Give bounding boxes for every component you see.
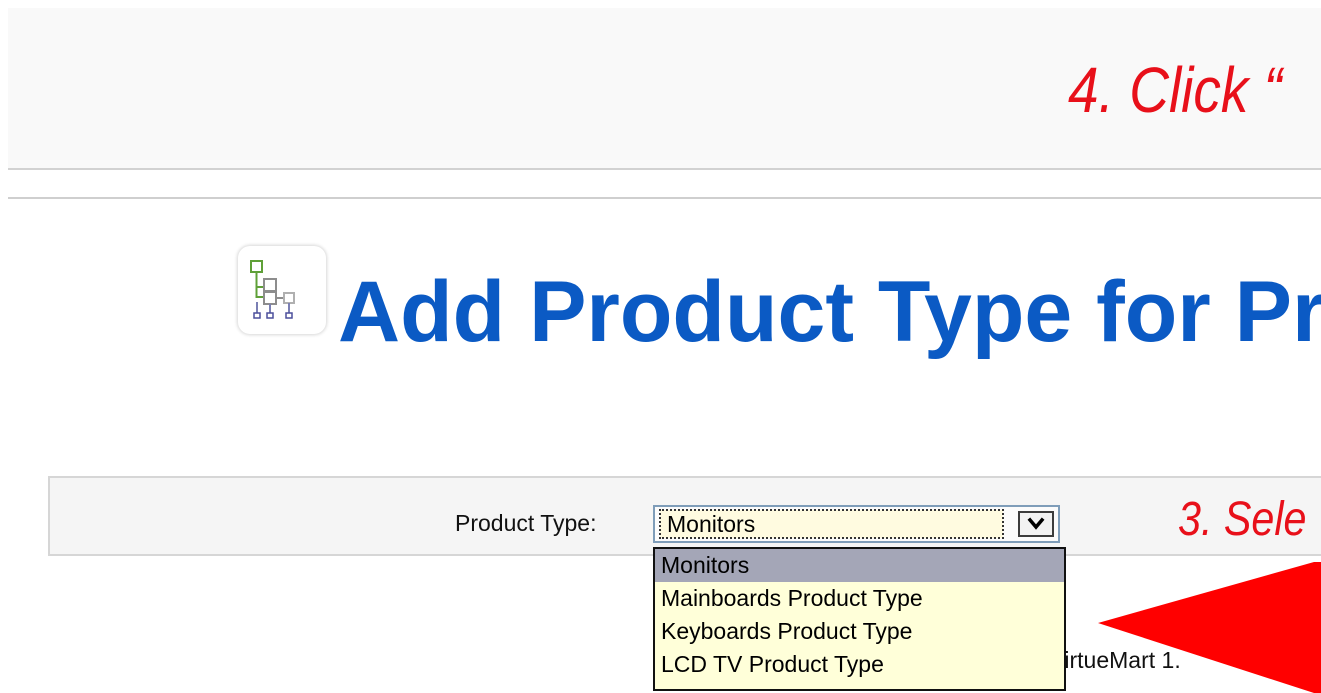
product-type-options-list[interactable]: Monitors Mainboards Product Type Keyboar… xyxy=(653,547,1066,691)
step-3-annotation: 3. Sele xyxy=(1178,493,1307,546)
product-type-tree-icon xyxy=(238,246,326,334)
product-type-option-mainboards[interactable]: Mainboards Product Type xyxy=(655,582,1064,615)
red-arrow-icon xyxy=(1098,560,1321,693)
product-type-option-lcd-tv[interactable]: LCD TV Product Type xyxy=(655,648,1064,681)
product-type-label: Product Type: xyxy=(455,510,597,536)
screenshot-page: 4. Click “ Add Product Type for Pr Produ… xyxy=(0,0,1321,693)
chevron-down-graphic xyxy=(1027,517,1045,530)
chevron-down-icon[interactable] xyxy=(1018,511,1054,537)
product-type-option-keyboards[interactable]: Keyboards Product Type xyxy=(655,615,1064,648)
product-type-selected-value[interactable]: Monitors xyxy=(659,509,1004,539)
header-separator xyxy=(8,197,1321,199)
red-arrow-graphic xyxy=(1098,562,1321,693)
tree-icon-graphic xyxy=(250,260,295,319)
page-title: Add Product Type for Pr xyxy=(338,264,1321,360)
product-type-select[interactable]: Monitors xyxy=(653,505,1060,543)
product-type-option-monitors[interactable]: Monitors xyxy=(655,549,1064,582)
step-4-annotation: 4. Click “ xyxy=(1068,54,1283,126)
